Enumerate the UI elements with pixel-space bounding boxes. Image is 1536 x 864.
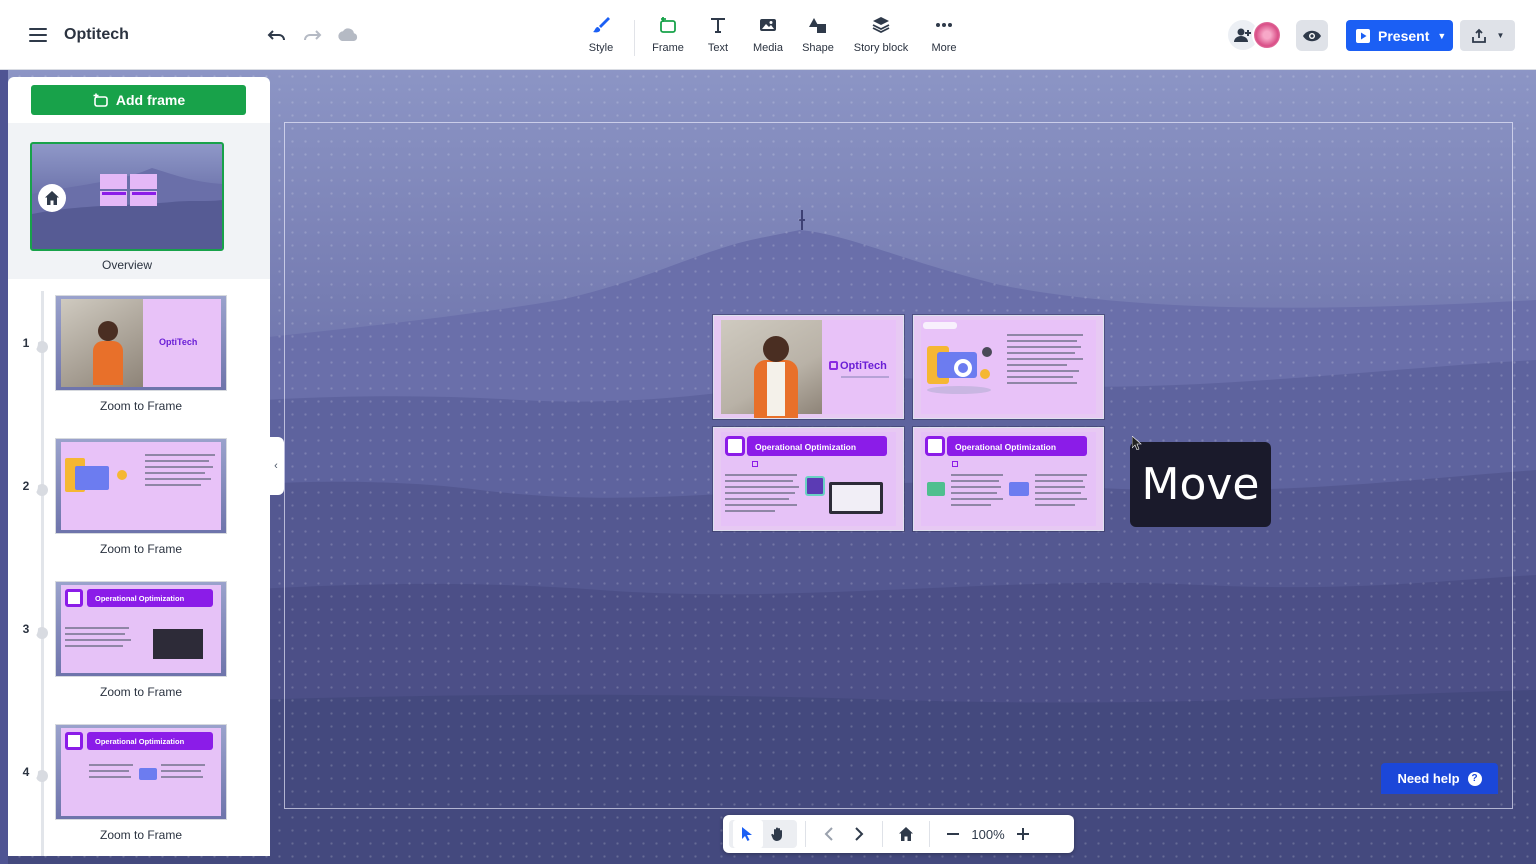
previous-frame-icon[interactable]: [814, 820, 844, 848]
insert-toolbar: Style Frame Text Media Shape Story block…: [576, 14, 969, 62]
tool-frame[interactable]: Frame: [643, 14, 693, 62]
redo-icon[interactable]: [302, 26, 322, 44]
navigation-toolbar: 100%: [723, 815, 1074, 853]
dashboard-illustration: [923, 338, 995, 396]
slide-photo: [721, 320, 822, 418]
frame-caption: Zoom to Frame: [99, 685, 183, 699]
zoom-level[interactable]: 100%: [968, 827, 1008, 842]
frame-add-icon: [93, 93, 108, 107]
cloud-sync-icon: [336, 26, 360, 44]
export-icon: [1471, 28, 1486, 43]
frame-number: 4: [14, 760, 38, 784]
slide-4[interactable]: Operational Optimization: [912, 426, 1105, 532]
help-question-icon: ?: [1467, 771, 1482, 786]
present-button[interactable]: Present ▼: [1346, 20, 1453, 51]
image-icon: [757, 14, 779, 36]
next-frame-icon[interactable]: [844, 820, 874, 848]
chip-icon: [805, 476, 825, 496]
frames-sidebar: Add frame Overview OptiTech 1 Zoom to Fr…: [8, 77, 270, 856]
slide-header: Operational Optimization: [747, 436, 887, 456]
frame-number: 2: [14, 474, 38, 498]
frame-thumbnail: Operational Optimization: [55, 581, 227, 677]
slide-1[interactable]: OptiTech: [712, 314, 905, 420]
tool-more[interactable]: More: [919, 14, 969, 62]
overview-section: Overview: [8, 123, 270, 279]
money-icon: [927, 482, 945, 496]
overview-thumbnail[interactable]: [30, 142, 224, 251]
frame-item-4[interactable]: Operational Optimization 4 Zoom to Frame: [8, 724, 270, 856]
add-frame-button[interactable]: Add frame: [31, 85, 246, 115]
checkbox-icon: [925, 436, 945, 456]
avatar[interactable]: [1252, 20, 1282, 50]
zoom-out-icon[interactable]: [938, 820, 968, 848]
export-button[interactable]: ▼: [1460, 20, 1515, 51]
tool-style[interactable]: Style: [576, 14, 626, 62]
cursor-icon: [1132, 436, 1142, 450]
play-icon: [1356, 28, 1370, 43]
collaborators: [1228, 20, 1282, 50]
presentation-title[interactable]: Optitech: [64, 26, 129, 44]
tool-media[interactable]: Media: [743, 14, 793, 62]
brand-logo: OptiTech: [829, 360, 887, 372]
frame-thumbnail: Operational Optimization: [55, 724, 227, 820]
preview-button[interactable]: [1296, 20, 1328, 51]
frame-caption: Zoom to Frame: [99, 399, 183, 413]
brush-icon: [590, 14, 612, 36]
chevron-down-icon: ▼: [1496, 31, 1505, 40]
laptop-icon: [829, 482, 883, 514]
frame-item-3[interactable]: Operational Optimization 3 Zoom to Frame: [8, 581, 270, 721]
frame-icon: [657, 14, 679, 36]
story-block-icon: [870, 14, 892, 36]
slide-header: Operational Optimization: [947, 436, 1087, 456]
collapse-sidebar-chevron-icon[interactable]: ‹: [268, 437, 284, 495]
overview-label: Overview: [101, 258, 152, 272]
tool-story-block[interactable]: Story block: [843, 14, 919, 62]
optimization-tag: [923, 322, 957, 329]
select-pointer-icon[interactable]: [733, 820, 763, 848]
need-help-button[interactable]: Need help ?: [1381, 763, 1498, 794]
frame-thumbnail: [55, 438, 227, 534]
frame-item-2[interactable]: 2 Zoom to Frame: [8, 438, 270, 578]
slide-3[interactable]: Operational Optimization: [712, 426, 905, 532]
zoom-in-icon[interactable]: [1008, 820, 1038, 848]
frame-item-1[interactable]: OptiTech 1 Zoom to Frame: [8, 295, 270, 435]
checkbox-icon: [725, 436, 745, 456]
frame-number: 1: [14, 331, 38, 355]
tool-shape[interactable]: Shape: [793, 14, 843, 62]
chevron-down-icon[interactable]: ▼: [1437, 31, 1446, 41]
top-bar: Optitech Style Frame Text Media Shape St…: [0, 0, 1536, 70]
frame-caption: Zoom to Frame: [99, 828, 183, 842]
more-dots-icon: [933, 14, 955, 36]
undo-icon[interactable]: [267, 26, 287, 44]
pointer-mode-group: [729, 820, 797, 848]
eye-icon: [1303, 30, 1321, 41]
hand-pan-icon[interactable]: [763, 820, 793, 848]
move-tooltip: Move: [1130, 442, 1271, 527]
frame-thumbnail: OptiTech: [55, 295, 227, 391]
home-icon[interactable]: [891, 820, 921, 848]
panel-edge: [0, 70, 8, 864]
home-icon: [38, 184, 66, 212]
shape-icon: [807, 14, 829, 36]
toolbar-divider: [634, 20, 635, 56]
tool-text[interactable]: Text: [693, 14, 743, 62]
frame-caption: Zoom to Frame: [99, 542, 183, 556]
slide-2[interactable]: [912, 314, 1105, 420]
card-icon: [1009, 482, 1029, 496]
hamburger-menu-icon[interactable]: [26, 24, 50, 46]
text-icon: [707, 14, 729, 36]
frame-number: 3: [14, 617, 38, 641]
